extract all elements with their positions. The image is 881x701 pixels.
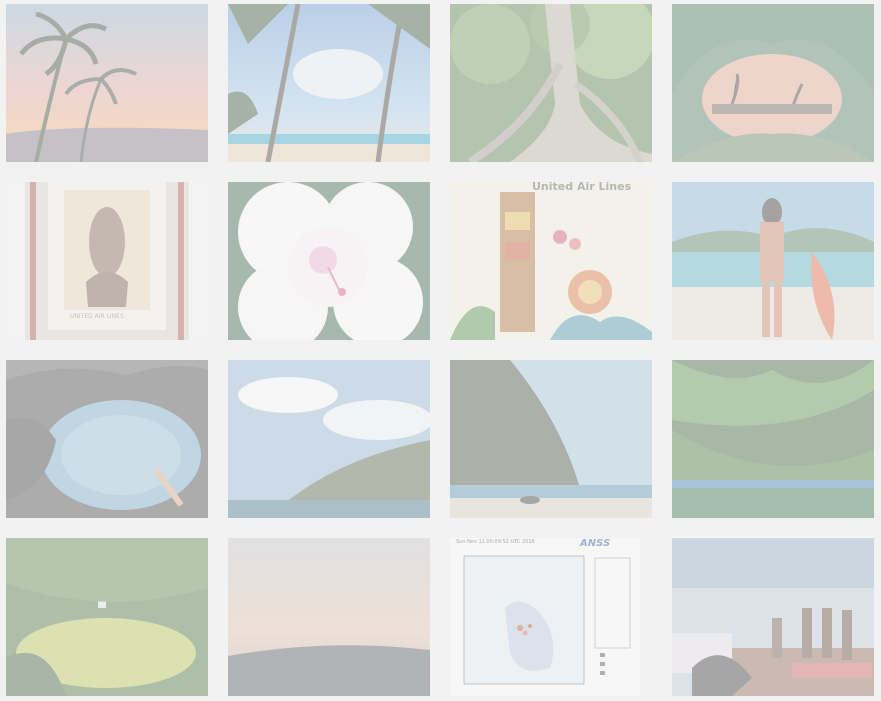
map-title: Sun Nov 11 00:09:52 UTC 2018 bbox=[456, 539, 535, 545]
gallery-thumbnail-tiki-poster[interactable]: United Air Lines bbox=[450, 182, 652, 340]
gallery-thumbnail-vintage-poster[interactable]: UNITED AIR LINES bbox=[6, 182, 208, 340]
gallery-thumbnail-palm-sunset[interactable] bbox=[6, 4, 208, 162]
poster-title: United Air Lines bbox=[532, 182, 632, 193]
gallery-thumbnail-sea-cliff-beach[interactable] bbox=[450, 360, 652, 518]
gallery-thumbnail-waterfall-pool[interactable] bbox=[6, 538, 208, 696]
gallery-thumbnail-green-cliff-shore[interactable] bbox=[672, 360, 874, 518]
anss-logo: ANSS bbox=[580, 538, 611, 549]
gallery-thumbnail-hazy-horizon[interactable] bbox=[228, 538, 430, 696]
gallery-thumbnail-hula-dancers[interactable] bbox=[672, 538, 874, 696]
gallery-thumbnail-wave-tube[interactable] bbox=[672, 4, 874, 162]
poster-caption: UNITED AIR LINES bbox=[70, 313, 124, 320]
gallery-thumbnail-palm-beach[interactable] bbox=[228, 4, 430, 162]
image-gallery-grid: UNITED AIR LINES United Air Lines Sun No… bbox=[0, 0, 881, 701]
gallery-thumbnail-coastal-cliff-clouds[interactable] bbox=[228, 360, 430, 518]
gallery-thumbnail-earthquake-map[interactable]: Sun Nov 11 00:09:52 UTC 2018 ANSS bbox=[450, 538, 652, 696]
gallery-thumbnail-hibiscus-flower[interactable] bbox=[228, 182, 430, 340]
gallery-thumbnail-banyan-roots[interactable] bbox=[450, 4, 652, 162]
gallery-thumbnail-tide-pool-swimmer[interactable] bbox=[6, 360, 208, 518]
gallery-thumbnail-surfer-beach[interactable] bbox=[672, 182, 874, 340]
